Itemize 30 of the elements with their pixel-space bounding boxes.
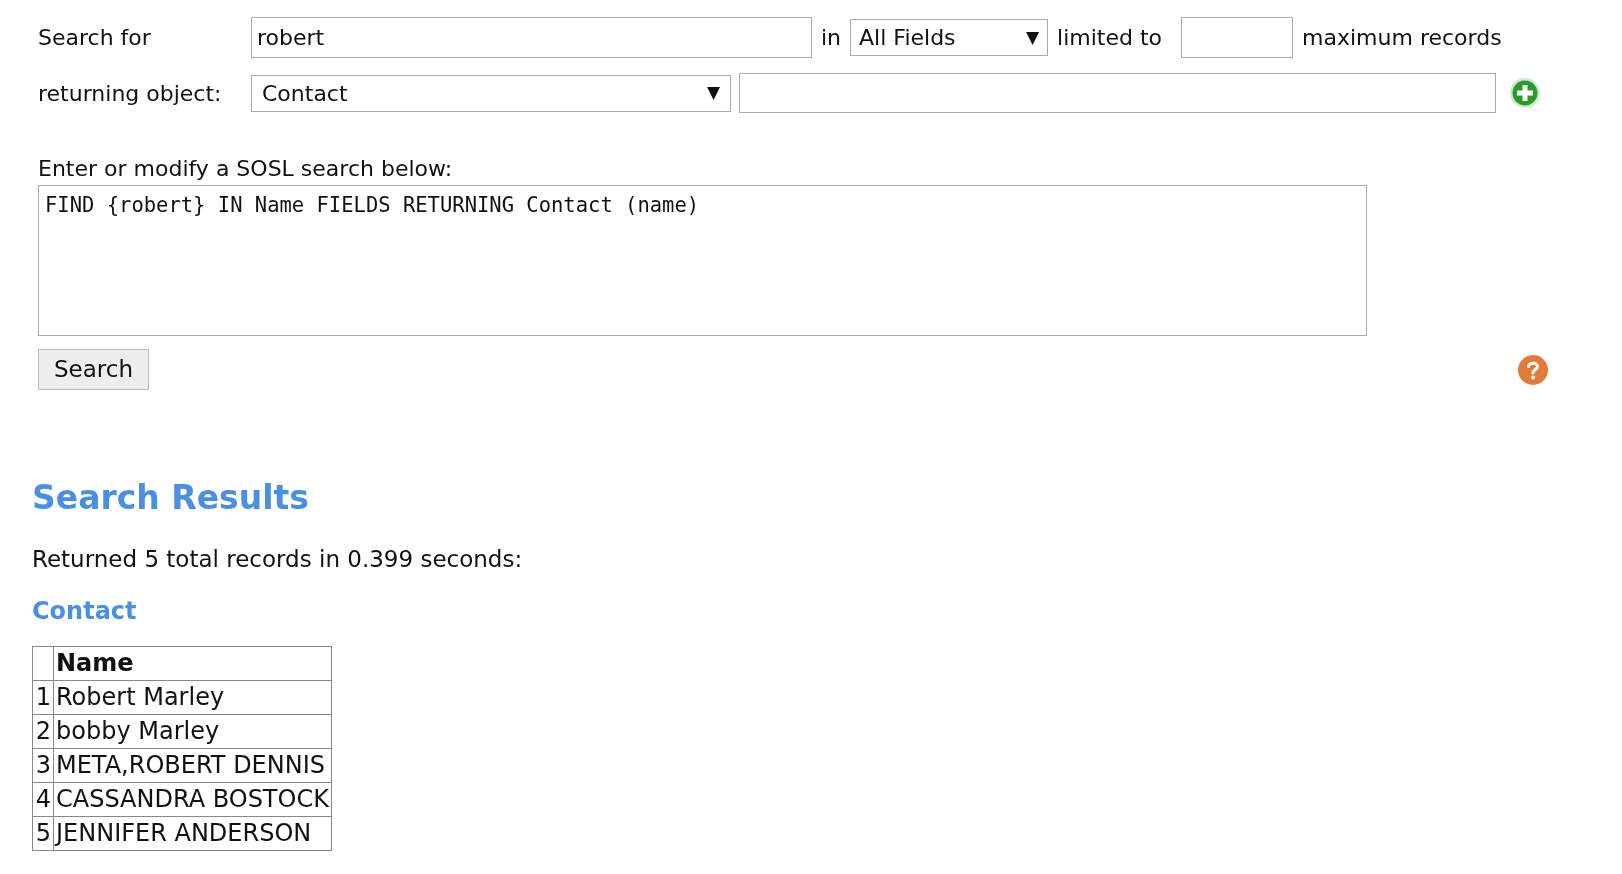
search-results-heading: Search Results [31, 478, 310, 518]
sosl-query-field[interactable]: FIND {robert} IN Name FIELDS RETURNING Contact (name) [38, 185, 1367, 336]
maximum-records-label: maximum records [1302, 24, 1502, 52]
fields-dropdown[interactable]: All Fields ▼ [850, 19, 1049, 56]
table-cell: Robert Marley [53, 680, 332, 715]
row-number: 3 [32, 748, 54, 783]
column-header: Name [53, 646, 332, 681]
table-cell: JENNIFER ANDERSON [53, 816, 332, 851]
row-number: 5 [32, 816, 54, 851]
row-number: 2 [32, 714, 54, 749]
results-summary: Returned 5 total records in 0.399 seconds: [31, 545, 524, 574]
object-fields-field[interactable] [739, 73, 1496, 113]
returning-object-label: returning object: [38, 79, 223, 108]
limited-to-label: limited to [1057, 24, 1164, 52]
object-dropdown[interactable]: Contact ▼ [251, 74, 731, 112]
limit-field[interactable] [1181, 17, 1294, 58]
object-heading: Contact [31, 596, 138, 626]
search-button[interactable]: Search [38, 349, 150, 390]
table-cell: CASSANDRA BOSTOCK [53, 782, 332, 817]
table-cell: META,ROBERT DENNIS [53, 748, 332, 783]
add-icon[interactable] [1509, 77, 1541, 109]
search-field[interactable]: robert [251, 17, 812, 58]
row-number: 1 [32, 680, 54, 715]
help-icon[interactable] [1517, 353, 1549, 386]
sosl-label: Enter or modify a SOSL search below: [37, 155, 454, 183]
row-number: 4 [32, 782, 54, 817]
table-cell: bobby Marley [53, 714, 332, 749]
search-for-label: Search for [38, 24, 152, 52]
in-label: in [821, 24, 842, 52]
index-header-cell [32, 646, 54, 681]
